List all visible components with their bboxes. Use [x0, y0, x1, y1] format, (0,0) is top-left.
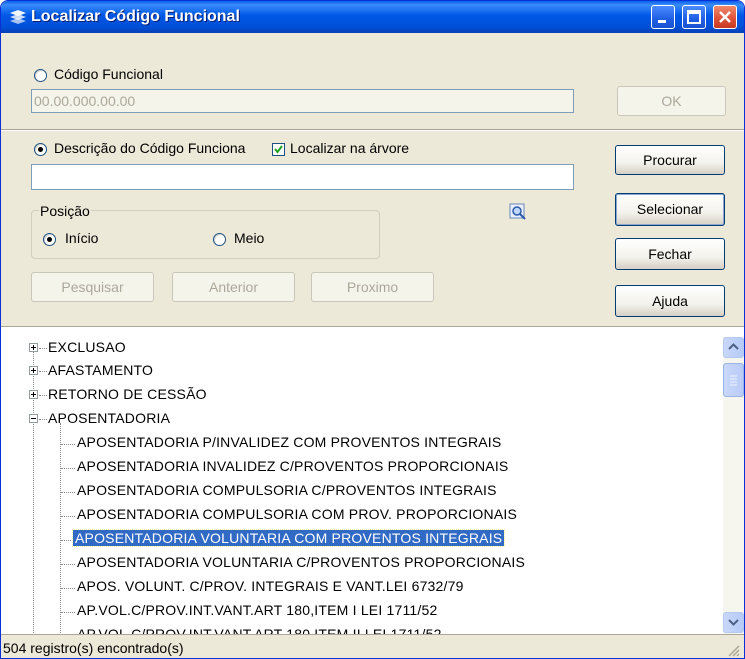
- close-icon: [719, 11, 731, 23]
- tree-connector: [61, 516, 75, 517]
- tree-node-aposentadoria[interactable]: APOSENTADORIA: [48, 410, 170, 426]
- proximo-button[interactable]: Proximo: [311, 272, 434, 302]
- descricao-radio[interactable]: [34, 143, 47, 156]
- inicio-label: Início: [65, 230, 99, 246]
- tree-child-node[interactable]: APOSENTADORIA VOLUNTARIA C/PROVENTOS PRO…: [77, 554, 525, 570]
- procurar-button[interactable]: Procurar: [615, 145, 725, 175]
- tree-child-node[interactable]: APOSENTADORIA INVALIDEZ C/PROVENTOS PROP…: [77, 458, 508, 474]
- collapse-icon[interactable]: [29, 414, 38, 423]
- tree-vertical-scrollbar[interactable]: [723, 337, 744, 634]
- localizar-arvore-checkbox[interactable]: [272, 143, 285, 156]
- tree-child-node[interactable]: APOS. VOLUNT. C/PROV. INTEGRAIS E VANT.L…: [77, 578, 464, 594]
- window-title: Localizar Código Funcional: [31, 8, 240, 25]
- maximize-button[interactable]: [682, 5, 706, 29]
- resize-grip-icon[interactable]: [726, 643, 740, 657]
- expand-icon[interactable]: [29, 390, 38, 399]
- tree-child-node[interactable]: APOSENTADORIA P/INVALIDEZ COM PROVENTOS …: [77, 434, 501, 450]
- tree-connector: [61, 588, 75, 589]
- tree-connector: [61, 540, 73, 541]
- ok-button[interactable]: OK: [617, 86, 726, 116]
- descricao-input[interactable]: [31, 164, 574, 190]
- tree-node-exclusao[interactable]: EXCLUSAO: [48, 339, 126, 355]
- dialog-window: Localizar Código Funcional Código Funcio…: [0, 0, 745, 659]
- codigo-funcional-label: Código Funcional: [54, 66, 163, 82]
- status-text: 504 registro(s) encontrado(s): [3, 640, 184, 656]
- localizar-arvore-label: Localizar na árvore: [290, 140, 410, 156]
- codigo-funcional-input[interactable]: 00.00.000.00.00: [31, 89, 574, 113]
- tree-connector: [61, 468, 75, 469]
- section-divider: [1, 129, 744, 131]
- tree-connector: [61, 612, 75, 613]
- tree-connector: [39, 371, 47, 372]
- tree-view[interactable]: EXCLUSAO AFASTAMENTO RETORNO DE CESSÃO A…: [1, 326, 744, 634]
- fechar-button[interactable]: Fechar: [615, 238, 725, 270]
- inicio-radio[interactable]: [43, 233, 56, 246]
- anterior-button[interactable]: Anterior: [172, 272, 295, 302]
- status-bar: 504 registro(s) encontrado(s): [1, 634, 744, 658]
- codigo-funcional-value: 00.00.000.00.00: [34, 93, 136, 109]
- arrow-down-icon: [728, 619, 739, 626]
- pesquisar-button[interactable]: Pesquisar: [31, 272, 154, 302]
- search-tree-icon[interactable]: [509, 203, 527, 221]
- tree-child-node-selected[interactable]: APOSENTADORIA VOLUNTARIA COM PROVENTOS I…: [71, 529, 506, 547]
- meio-radio[interactable]: [213, 233, 226, 246]
- ajuda-button[interactable]: Ajuda: [615, 285, 725, 317]
- posicao-title: Posição: [39, 203, 91, 219]
- scroll-down-button[interactable]: [723, 612, 744, 633]
- title-bar[interactable]: Localizar Código Funcional: [1, 1, 744, 33]
- tree-connector: [39, 419, 47, 420]
- tree-connector: [39, 348, 47, 349]
- descricao-label: Descrição do Código Funciona: [54, 140, 246, 156]
- tree-child-node[interactable]: APOSENTADORIA COMPULSORIA C/PROVENTOS IN…: [77, 482, 497, 498]
- expand-icon[interactable]: [29, 366, 38, 375]
- maximize-icon: [687, 10, 701, 24]
- selecionar-button[interactable]: Selecionar: [615, 193, 725, 226]
- minimize-button[interactable]: [651, 5, 675, 29]
- tree-connector: [61, 564, 75, 565]
- tree-node-afastamento[interactable]: AFASTAMENTO: [48, 362, 153, 378]
- tree-child-node[interactable]: AP.VOL.C/PROV.INT.VANT.ART 180,ITEM II L…: [77, 626, 442, 634]
- minimize-icon: [658, 20, 666, 23]
- tree-child-node[interactable]: AP.VOL.C/PROV.INT.VANT.ART 180,ITEM I LE…: [77, 602, 437, 618]
- tree-connector: [60, 423, 61, 634]
- tree-child-node[interactable]: APOSENTADORIA COMPULSORIA COM PROV. PROP…: [77, 506, 517, 522]
- close-button[interactable]: [713, 5, 737, 29]
- tree-node-retorno-cessao[interactable]: RETORNO DE CESSÃO: [48, 386, 207, 402]
- scroll-thumb[interactable]: [723, 363, 744, 397]
- expand-icon[interactable]: [29, 343, 38, 352]
- tree-connector: [61, 492, 75, 493]
- tree-connector: [61, 444, 75, 445]
- scroll-up-button[interactable]: [723, 337, 744, 358]
- arrow-up-icon: [728, 343, 739, 350]
- app-icon: [10, 10, 26, 24]
- meio-label: Meio: [234, 230, 265, 246]
- grip-icon: [730, 375, 737, 386]
- codigo-funcional-radio[interactable]: [34, 69, 47, 82]
- check-icon: [274, 145, 283, 154]
- tree-connector: [39, 395, 47, 396]
